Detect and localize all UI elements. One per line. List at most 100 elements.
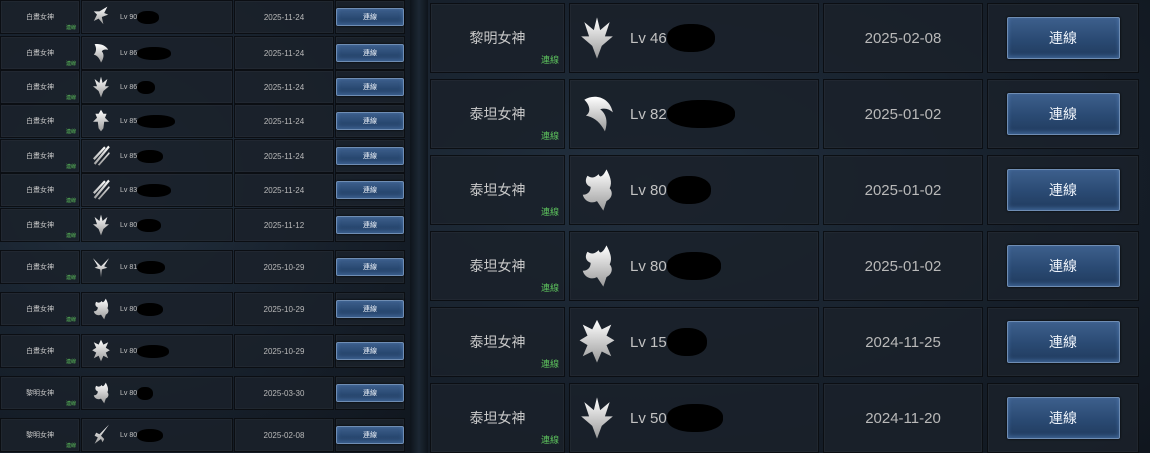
character-row[interactable]: 泰坦女神 連線 Lv 80 2025-01-02 連線	[430, 155, 1143, 225]
connect-button[interactable]: 連線	[1006, 169, 1120, 211]
character-cell: Lv 46	[569, 3, 819, 73]
last-login-cell: 2025-01-02	[823, 155, 983, 225]
last-login-cell: 2024-11-25	[823, 307, 983, 377]
connection-tag: 連線	[65, 233, 76, 239]
character-row[interactable]: 白晝女神 連線 Lv 80 2025-11-12 連線	[0, 208, 406, 242]
button-cell: 連線	[987, 231, 1139, 301]
character-level: Lv 81	[120, 263, 138, 271]
connect-button[interactable]: 連線	[336, 181, 404, 199]
last-login-date: 2025-10-29	[263, 262, 305, 272]
connect-button[interactable]: 連線	[336, 342, 404, 360]
last-login-date: 2024-11-25	[865, 333, 941, 351]
character-level: Lv 80	[120, 431, 138, 439]
character-level: Lv 80	[120, 389, 138, 397]
last-login-date: 2025-11-24	[263, 48, 305, 58]
connect-button[interactable]: 連線	[1006, 397, 1120, 439]
button-cell: 連線	[987, 155, 1139, 225]
elf-icon	[90, 255, 112, 279]
connect-button[interactable]: 連線	[336, 426, 404, 444]
connect-button[interactable]: 連線	[336, 44, 404, 62]
button-cell: 連線	[335, 334, 405, 368]
connect-button[interactable]: 連線	[336, 300, 404, 318]
connect-button[interactable]: 連線	[336, 147, 404, 165]
character-row[interactable]: 白晝女神 連線 Lv 86 2025-11-24 連線	[0, 36, 406, 70]
wing-icon	[578, 88, 616, 140]
character-row[interactable]: 黎明女神 連線 Lv 46 2025-02-08 連線	[430, 3, 1143, 73]
connection-tag: 連線	[540, 55, 559, 65]
server-cell: 白晝女神 連線	[0, 208, 80, 242]
dragon-icon	[90, 297, 112, 321]
character-row[interactable]: 黎明女神 連線 Lv 80 2025-03-30 連線	[0, 376, 406, 410]
character-cell: Lv 80	[569, 231, 819, 301]
connect-button[interactable]: 連線	[336, 258, 404, 276]
connect-button[interactable]: 連線	[1006, 17, 1120, 59]
last-login-cell: 2025-11-24	[234, 139, 334, 173]
last-login-date: 2025-02-08	[263, 430, 305, 440]
connect-button[interactable]: 連線	[1006, 245, 1120, 287]
character-cell: Lv 85	[81, 104, 233, 138]
connect-button[interactable]: 連線	[336, 8, 404, 26]
warrior-icon	[90, 144, 112, 168]
redacted-name	[666, 24, 715, 52]
last-login-date: 2025-11-24	[263, 185, 305, 195]
dragon-icon	[578, 164, 616, 216]
last-login-date: 2025-11-24	[263, 12, 305, 22]
button-cell: 連線	[987, 307, 1139, 377]
button-cell: 連線	[335, 70, 405, 104]
last-login-cell: 2025-11-24	[234, 173, 334, 207]
server-cell: 黎明女神 連線	[0, 418, 80, 452]
server-cell: 白晝女神 連線	[0, 250, 80, 284]
server-cell: 泰坦女神 連線	[430, 307, 565, 377]
character-row[interactable]: 白晝女神 連線 Lv 85 2025-11-24 連線	[0, 104, 406, 138]
server-cell: 白晝女神 連線	[0, 334, 80, 368]
button-cell: 連線	[335, 292, 405, 326]
button-cell: 連線	[987, 383, 1139, 453]
beast-icon	[90, 339, 112, 363]
character-row[interactable]: 白晝女神 連線 Lv 81 2025-10-29 連線	[0, 250, 406, 284]
character-row[interactable]: 泰坦女神 連線 Lv 50 2024-11-20 連線	[430, 383, 1143, 453]
character-cell: Lv 90	[81, 0, 233, 34]
crown-icon	[90, 213, 112, 237]
last-login-cell: 2025-02-08	[823, 3, 983, 73]
character-row[interactable]: 白晝女神 連線 Lv 80 2025-10-29 連線	[0, 334, 406, 368]
connect-button[interactable]: 連線	[336, 384, 404, 402]
button-cell: 連線	[335, 418, 405, 452]
last-login-date: 2025-01-02	[864, 181, 942, 199]
character-row[interactable]: 白晝女神 連線 Lv 80 2025-10-29 連線	[0, 292, 406, 326]
connect-button[interactable]: 連線	[1006, 93, 1120, 135]
redacted-name	[137, 302, 164, 316]
character-level: Lv 82	[630, 105, 667, 123]
last-login-date: 2025-01-02	[864, 105, 942, 123]
last-login-cell: 2025-01-02	[823, 231, 983, 301]
character-row[interactable]: 白晝女神 連線 Lv 85 2025-11-24 連線	[0, 139, 406, 173]
button-cell: 連線	[335, 173, 405, 207]
redacted-name	[137, 114, 176, 128]
server-cell: 泰坦女神 連線	[430, 231, 565, 301]
character-row[interactable]: 白晝女神 連線 Lv 90 2025-11-24 連線	[0, 0, 406, 34]
character-level: Lv 50	[630, 409, 667, 427]
beast-icon	[578, 316, 616, 368]
character-row[interactable]: 白晝女神 連線 Lv 86 2025-11-24 連線	[0, 70, 406, 104]
character-row[interactable]: 泰坦女神 連線 Lv 82 2025-01-02 連線	[430, 79, 1143, 149]
character-level: Lv 85	[120, 152, 138, 160]
redacted-name	[666, 328, 707, 356]
character-row[interactable]: 白晝女神 連線 Lv 83 2025-11-24 連線	[0, 173, 406, 207]
character-cell: Lv 81	[81, 250, 233, 284]
dark-mage-icon	[90, 5, 112, 29]
character-row[interactable]: 黎明女神 連線 Lv 80 2025-02-08 連線	[0, 418, 406, 452]
connection-tag: 連線	[65, 401, 76, 407]
server-cell: 白晝女神 連線	[0, 173, 80, 207]
connection-tag: 連線	[65, 443, 76, 449]
redacted-name	[137, 46, 172, 60]
redacted-name	[137, 428, 164, 442]
server-name: 白晝女神	[26, 14, 54, 21]
character-level: Lv 85	[120, 117, 138, 125]
connect-button[interactable]: 連線	[1006, 321, 1120, 363]
character-row[interactable]: 泰坦女神 連線 Lv 80 2025-01-02 連線	[430, 231, 1143, 301]
connect-button[interactable]: 連線	[336, 112, 404, 130]
character-cell: Lv 15	[569, 307, 819, 377]
last-login-date: 2025-01-02	[864, 257, 942, 275]
character-row[interactable]: 泰坦女神 連線 Lv 15 2024-11-25 連線	[430, 307, 1143, 377]
connect-button[interactable]: 連線	[336, 216, 404, 234]
connect-button[interactable]: 連線	[336, 78, 404, 96]
